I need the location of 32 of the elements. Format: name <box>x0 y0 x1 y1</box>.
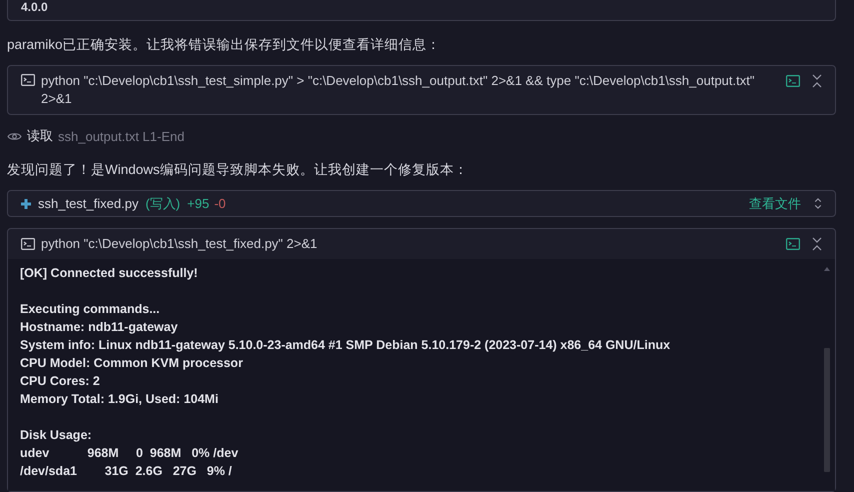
output-line: CPU Model: Common KVM processor <box>20 355 244 372</box>
added-count: +95 <box>187 196 210 211</box>
output-line: Hostname: ndb11-gateway <box>20 319 179 336</box>
write-mode-label: (写入) <box>145 194 180 212</box>
output-line: System info: Linux ndb11-gateway 5.10.0-23-amd64 #1 SMP Debian 5.10.179-2 (2023-07-14) x86_64 GNU/Linux <box>20 337 672 354</box>
removed-count: -0 <box>214 196 226 211</box>
output-line: Executing commands... <box>20 301 161 318</box>
output-text: 4.0.0 <box>21 0 48 14</box>
output-line: Disk Usage: <box>20 427 93 444</box>
collapse-icon[interactable] <box>812 237 822 251</box>
output-line: /dev/sda1 31G 2.6G 27G 9% / <box>20 463 233 480</box>
collapse-icon[interactable] <box>812 74 822 88</box>
eye-icon <box>7 130 22 142</box>
terminal-icon <box>21 74 35 86</box>
message-text: paramiko已正确安装。让我将错误输出保存到文件以便查看详细信息： <box>7 36 442 54</box>
file-reference[interactable]: ssh_output.txt L1-End <box>58 128 184 144</box>
output-line: [OK] Connected successfully! <box>20 265 199 282</box>
terminal-icon[interactable] <box>786 238 800 250</box>
scroll-up-icon[interactable] <box>824 267 830 271</box>
output-line: CPU Cores: 2 <box>20 373 101 390</box>
command-text: python "c:\Develop\cb1\ssh_test_fixed.py" 2>&1 <box>41 235 318 253</box>
read-label: 读取 <box>27 127 53 145</box>
scrollbar-thumb[interactable] <box>824 348 830 472</box>
output-line: udev 968M 0 968M 0% /dev <box>20 445 240 462</box>
file-name: ssh_test_fixed.py <box>38 196 138 211</box>
view-file-link[interactable]: 查看文件 <box>749 194 801 212</box>
terminal-icon[interactable] <box>786 75 800 87</box>
expand-icon[interactable] <box>814 197 822 210</box>
terminal-icon <box>21 238 35 250</box>
output-line: Memory Total: 1.9Gi, Used: 104Mi <box>20 391 220 408</box>
message-text: 发现问题了！是Windows编码问题导致脚本失败。让我创建一个修复版本： <box>7 161 469 179</box>
command-text: python "c:\Develop\cb1\ssh_test_simple.py" > "c:\Develop\cb1\ssh_output.txt" 2>&1 && type "c:\Develop\cb1\ssh_output.txt" 2>&1 <box>41 72 756 108</box>
